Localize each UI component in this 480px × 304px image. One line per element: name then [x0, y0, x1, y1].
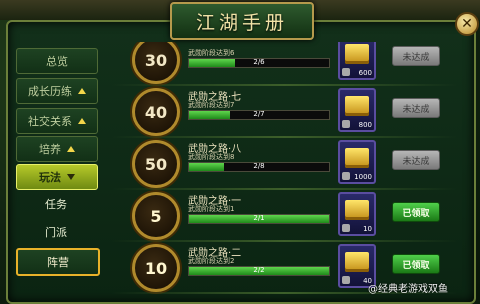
sidebar-item-quest[interactable]: 任务 — [16, 192, 96, 216]
progress-bar: 2/2 — [188, 266, 330, 276]
claim-button[interactable]: 已领取 — [392, 254, 440, 274]
list-item: 5 武勋之路·一 武勋阶段达到1 2/1 10 已领取 — [112, 190, 457, 242]
sidebar-item-label: 玩法 — [39, 171, 61, 184]
watermark: @经典老游戏双鱼 — [368, 284, 448, 295]
sidebar-item-gameplay[interactable]: 玩法 — [16, 164, 98, 190]
sidebar-item-label: 门派 — [45, 226, 67, 239]
sidebar: 总览 成长历练 社交关系 培养 玩法 任务 门派 阵营 — [16, 42, 102, 292]
progress-text: 2/7 — [253, 110, 265, 118]
sidebar-item-label: 成长历练 — [28, 85, 72, 98]
level-medal: 50 — [132, 140, 180, 188]
reward-quantity: 10 — [363, 225, 372, 233]
reward-quantity: 1000 — [354, 173, 372, 181]
claim-button[interactable]: 未达成 — [392, 46, 440, 66]
achievement-desc: 武勋阶段达到6 — [188, 49, 235, 57]
level-number: 30 — [144, 50, 168, 70]
progress-text: 2/2 — [253, 266, 265, 274]
sidebar-item-growth[interactable]: 成长历练 — [16, 78, 98, 104]
gold-ingot-icon — [345, 200, 369, 220]
level-number: 50 — [144, 154, 168, 174]
lock-icon — [342, 120, 350, 128]
sidebar-item-label: 培养 — [39, 143, 61, 156]
achievement-desc: 武勋阶段达到2 — [188, 257, 235, 265]
level-number: 10 — [144, 258, 168, 278]
achievement-desc: 武勋阶段达到7 — [188, 101, 235, 109]
reward-quantity: 600 — [358, 69, 372, 77]
level-medal: 40 — [132, 88, 180, 136]
level-medal: 10 — [132, 244, 180, 292]
lock-icon — [342, 172, 350, 180]
achievement-list[interactable]: 30 武勋阶段达到6 2/6 600 未达成 40 武勋之路·七 武勋阶段达到7… — [112, 42, 457, 300]
close-icon: ✕ — [461, 16, 473, 32]
sidebar-item-social[interactable]: 社交关系 — [16, 108, 98, 134]
sidebar-item-overview[interactable]: 总览 — [16, 48, 98, 74]
window-title-banner: 江湖手册 — [170, 2, 314, 40]
list-item: 30 武勋阶段达到6 2/6 600 未达成 — [112, 42, 457, 86]
lock-icon — [342, 276, 350, 284]
window-title: 江湖手册 — [195, 11, 288, 34]
progress-bar: 2/6 — [188, 58, 330, 68]
progress-text: 2/1 — [253, 214, 265, 222]
progress-bar: 2/7 — [188, 110, 330, 120]
list-item: 50 武勋之路·八 武勋阶段达到8 2/8 1000 未达成 — [112, 138, 457, 190]
claim-button[interactable]: 未达成 — [392, 98, 440, 118]
level-medal: 30 — [132, 42, 180, 84]
sidebar-item-label: 社交关系 — [28, 115, 72, 128]
level-number: 5 — [150, 206, 162, 226]
reward-slot[interactable]: 10 — [338, 192, 376, 236]
claim-button[interactable]: 已领取 — [392, 202, 440, 222]
gold-ingot-icon — [345, 252, 369, 272]
list-item: 40 武勋之路·七 武勋阶段达到7 2/7 800 未达成 — [112, 86, 457, 138]
lock-icon — [342, 68, 350, 76]
level-number: 40 — [144, 102, 168, 122]
lock-icon — [342, 224, 350, 232]
close-button[interactable]: ✕ — [455, 12, 479, 36]
reward-slot[interactable]: 1000 — [338, 140, 376, 184]
sidebar-item-label: 阵营 — [47, 256, 69, 269]
reward-slot[interactable]: 800 — [338, 88, 376, 132]
reward-quantity: 800 — [358, 121, 372, 129]
level-medal: 5 — [132, 192, 180, 240]
sidebar-item-cultivate[interactable]: 培养 — [16, 136, 98, 162]
sidebar-item-label: 总览 — [46, 55, 68, 68]
gold-ingot-icon — [345, 96, 369, 116]
reward-slot[interactable]: 600 — [338, 42, 376, 80]
gold-ingot-icon — [345, 44, 369, 64]
expand-arrow-icon — [67, 146, 75, 152]
achievement-desc: 武勋阶段达到8 — [188, 153, 235, 161]
sidebar-item-label: 任务 — [45, 198, 67, 211]
sidebar-item-sect[interactable]: 门派 — [16, 220, 96, 244]
claim-button[interactable]: 未达成 — [392, 150, 440, 170]
achievement-desc: 武勋阶段达到1 — [188, 205, 235, 213]
collapse-arrow-icon — [67, 174, 75, 180]
sidebar-item-faction[interactable]: 阵营 — [16, 248, 100, 276]
expand-arrow-icon — [78, 118, 86, 124]
expand-arrow-icon — [78, 88, 86, 94]
progress-bar: 2/8 — [188, 162, 330, 172]
progress-text: 2/8 — [253, 162, 265, 170]
progress-bar: 2/1 — [188, 214, 330, 224]
progress-text: 2/6 — [253, 58, 265, 66]
gold-ingot-icon — [345, 148, 369, 168]
